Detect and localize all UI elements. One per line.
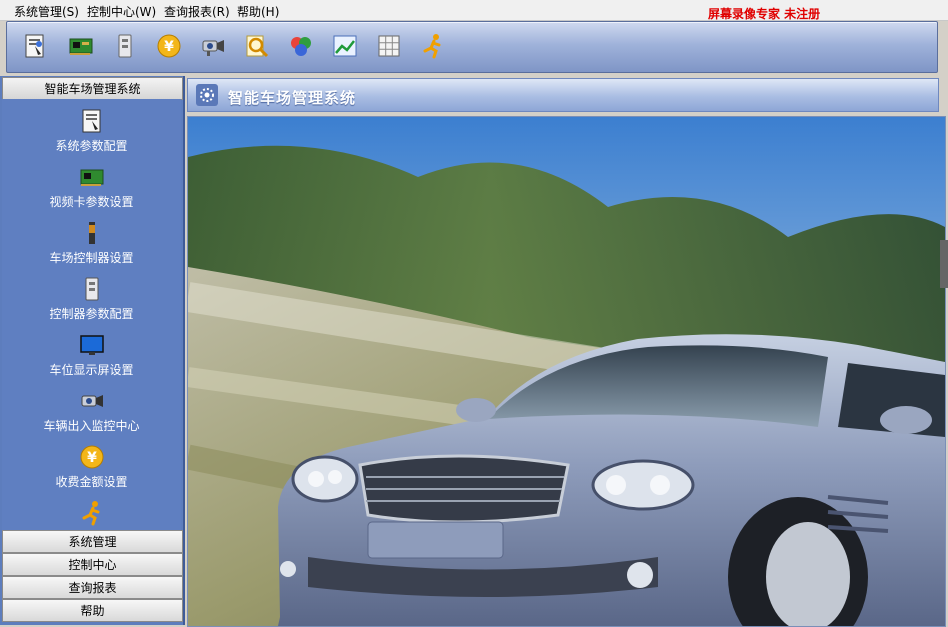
settings-document-icon <box>25 34 44 58</box>
chart-icon <box>333 35 357 57</box>
video-card-icon <box>80 169 103 186</box>
tool-label: 系统参数配置 <box>55 139 128 153</box>
controller-icon <box>88 222 95 244</box>
tool-label: 视频卡参数设置 <box>49 195 134 209</box>
tool-system-params[interactable]: 系统参数配置 <box>2 107 181 154</box>
watermark-text: 屏幕录像专家 未注册 <box>708 7 821 21</box>
gear-icon <box>196 84 218 106</box>
tool-label: 控制器参数配置 <box>49 307 134 321</box>
menu-bar: 系统管理(S) 控制中心(W) 查询报表(R) 帮助(H) 屏幕录像专家 未注册 <box>0 0 948 21</box>
menu-reports[interactable]: 查询报表(R) <box>164 3 230 20</box>
monitor-icon <box>79 335 104 355</box>
yuan-coin-icon: ¥ <box>80 445 103 469</box>
tool-videocard-settings[interactable]: 视频卡参数设置 <box>2 163 181 210</box>
nav-control-center[interactable]: 控制中心 <box>2 553 183 576</box>
balls-icon <box>291 37 311 56</box>
running-man-icon <box>423 34 441 59</box>
running-man-icon <box>82 501 99 526</box>
toolbar-videocard-button[interactable] <box>65 30 97 62</box>
tool-display-screen[interactable]: 车位显示屏设置 <box>2 331 181 378</box>
content-header: 智能车场管理系统 <box>187 78 939 112</box>
svg-text:¥: ¥ <box>164 39 174 55</box>
nav-system-management[interactable]: 系统管理 <box>2 530 183 553</box>
window-edge-handle[interactable] <box>940 240 948 288</box>
toolbar-controller-button[interactable] <box>109 30 141 62</box>
tool-controller-params[interactable]: 控制器参数配置 <box>2 275 181 322</box>
settings-document-icon <box>82 109 100 133</box>
car-photo <box>187 116 946 627</box>
toolbar: ¥ <box>6 21 938 73</box>
tool-fee-settings[interactable]: ¥ 收费金额设置 <box>2 443 181 490</box>
magnifier-icon <box>246 35 269 58</box>
tool-monitor-center[interactable]: 车辆出入监控中心 <box>2 387 181 434</box>
grid-icon <box>378 35 400 57</box>
tool-label: 收费金额设置 <box>55 475 128 489</box>
tool-label: 车位显示屏设置 <box>49 363 134 377</box>
car-photo-illustration <box>188 117 945 626</box>
toolbar-stats-button[interactable] <box>285 30 317 62</box>
sidebar-header[interactable]: 智能车场管理系统 <box>2 77 183 100</box>
menu-system[interactable]: 系统管理(S) <box>14 3 79 20</box>
tool-label: 车辆出入监控中心 <box>43 419 140 433</box>
yuan-coin-icon: ¥ <box>157 34 181 58</box>
toolbar-settings-button[interactable] <box>19 30 51 62</box>
toolbar-search-button[interactable] <box>241 30 273 62</box>
toolbar-exit-button[interactable] <box>417 30 449 62</box>
menu-help[interactable]: 帮助(H) <box>237 3 279 20</box>
toolbar-monitor-button[interactable] <box>197 30 229 62</box>
camera-icon <box>202 40 224 56</box>
tool-parking-controller[interactable]: 车场控制器设置 <box>2 219 181 266</box>
content-title: 智能车场管理系统 <box>228 89 357 107</box>
sidebar: 智能车场管理系统 系统参数配置 视频卡参数设置 车场控制器设置 控制器参数配置 … <box>0 76 185 625</box>
nav-query-reports[interactable]: 查询报表 <box>2 576 183 599</box>
svg-text:¥: ¥ <box>87 450 97 466</box>
camera-icon <box>81 395 103 407</box>
toolbar-grid-button[interactable] <box>373 30 405 62</box>
toolbar-fee-button[interactable]: ¥ <box>153 30 185 62</box>
cabinet-icon <box>85 277 98 301</box>
video-card-icon <box>69 38 93 55</box>
toolbar-chart-button[interactable] <box>329 30 361 62</box>
menu-control[interactable]: 控制中心(W) <box>87 3 156 20</box>
tool-label: 车场控制器设置 <box>49 251 134 265</box>
controller-icon <box>118 34 132 58</box>
nav-help[interactable]: 帮助 <box>2 599 183 622</box>
tool-exit[interactable] <box>2 499 181 529</box>
